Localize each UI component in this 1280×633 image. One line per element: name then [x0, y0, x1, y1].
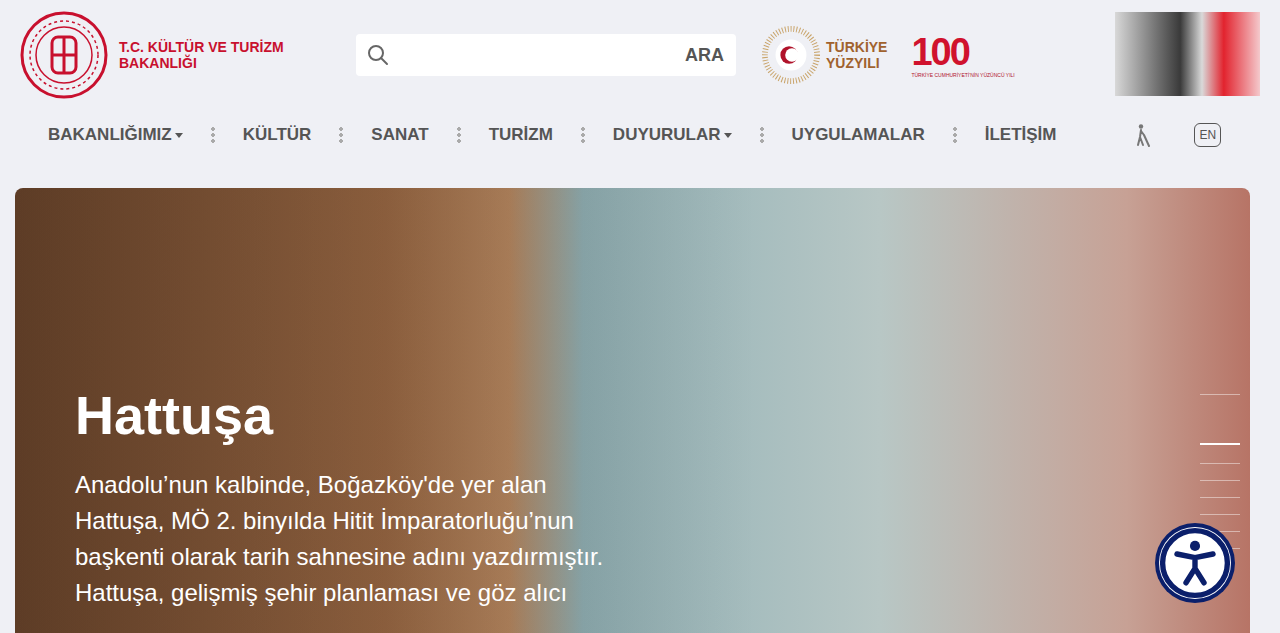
search-button[interactable]: ARA — [685, 45, 724, 66]
nav-item[interactable]: SANAT — [371, 125, 428, 145]
centennial-number: 100 — [911, 32, 1014, 72]
magnifier-icon — [366, 43, 390, 67]
nav-separator — [953, 126, 957, 144]
page: T.C. KÜLTÜR VE TURİZMBAKANLIĞI ARA TÜRKİ… — [0, 0, 1280, 633]
search-input[interactable] — [398, 39, 677, 71]
nav-item[interactable]: UYGULAMALAR — [792, 125, 925, 145]
nav-item[interactable]: KÜLTÜR — [243, 125, 312, 145]
centennial-word: TÜRKİYE — [826, 39, 887, 55]
centennial-words: TÜRKİYEYÜZYILI — [826, 39, 887, 71]
nav-separator — [760, 126, 764, 144]
centennial-caption: TÜRKİYE CUMHURİYETİ'NİN YÜZÜNCÜ YILI — [911, 72, 1014, 78]
main-nav: BAKANLIĞIMIZ KÜLTÜR SANAT TURİZM DUYURUL… — [0, 110, 1280, 160]
caret-icon — [175, 133, 183, 138]
nav-item[interactable]: BAKANLIĞIMIZ — [48, 125, 183, 145]
accessibility-person-icon — [1159, 527, 1231, 599]
ministry-name: T.C. KÜLTÜR VE TURİZMBAKANLIĞI — [119, 39, 284, 71]
hero-slider: Hattuşa Anadolu’nun kalbinde, Boğazköy'd… — [15, 188, 1250, 633]
ministry-name-line: BAKANLIĞI — [119, 55, 284, 71]
slide-indicator[interactable] — [1200, 480, 1240, 481]
nav-separator — [339, 126, 343, 144]
slide-indicator[interactable] — [1200, 443, 1240, 445]
nav-separator — [581, 126, 585, 144]
nav-item[interactable]: TURİZM — [489, 125, 553, 145]
centennial-number-box: 100 TÜRKİYE CUMHURİYETİ'NİN YÜZÜNCÜ YILI — [911, 32, 1014, 78]
ataturk-portrait — [1115, 12, 1260, 96]
slide-indicator[interactable] — [1200, 497, 1240, 498]
header: T.C. KÜLTÜR VE TURİZMBAKANLIĞI ARA TÜRKİ… — [0, 0, 1280, 110]
search-box[interactable]: ARA — [356, 34, 736, 76]
caret-icon — [724, 133, 732, 138]
emblem-icon — [19, 10, 109, 100]
centennial-word: YÜZYILI — [826, 55, 887, 71]
nav-separator — [457, 126, 461, 144]
language-button[interactable]: EN — [1194, 123, 1221, 147]
nav-separator — [211, 126, 215, 144]
ministry-name-line: T.C. KÜLTÜR VE TURİZM — [119, 39, 284, 55]
ministry-logo[interactable]: T.C. KÜLTÜR VE TURİZMBAKANLIĞI — [19, 10, 339, 100]
hero-title[interactable]: Hattuşa — [75, 383, 1250, 447]
slide-indicator[interactable] — [1200, 394, 1240, 395]
nav-item[interactable]: İLETİŞİM — [985, 125, 1057, 145]
sun-crescent-icon — [762, 26, 820, 84]
accessibility-button[interactable] — [1155, 523, 1235, 603]
slide-indicator[interactable] — [1200, 514, 1240, 515]
hero-content: Hattuşa Anadolu’nun kalbinde, Boğazköy'd… — [15, 188, 1250, 611]
hero-text: Anadolu’nun kalbinde, Boğazköy'de yer al… — [75, 467, 635, 611]
centennial-logo[interactable]: TÜRKİYEYÜZYILI 100 TÜRKİYE CUMHURİYETİ'N… — [762, 26, 1012, 84]
slide-indicator[interactable] — [1200, 463, 1240, 464]
visually-impaired-icon[interactable] — [1130, 123, 1154, 147]
nav-item[interactable]: DUYURULAR — [613, 125, 732, 145]
